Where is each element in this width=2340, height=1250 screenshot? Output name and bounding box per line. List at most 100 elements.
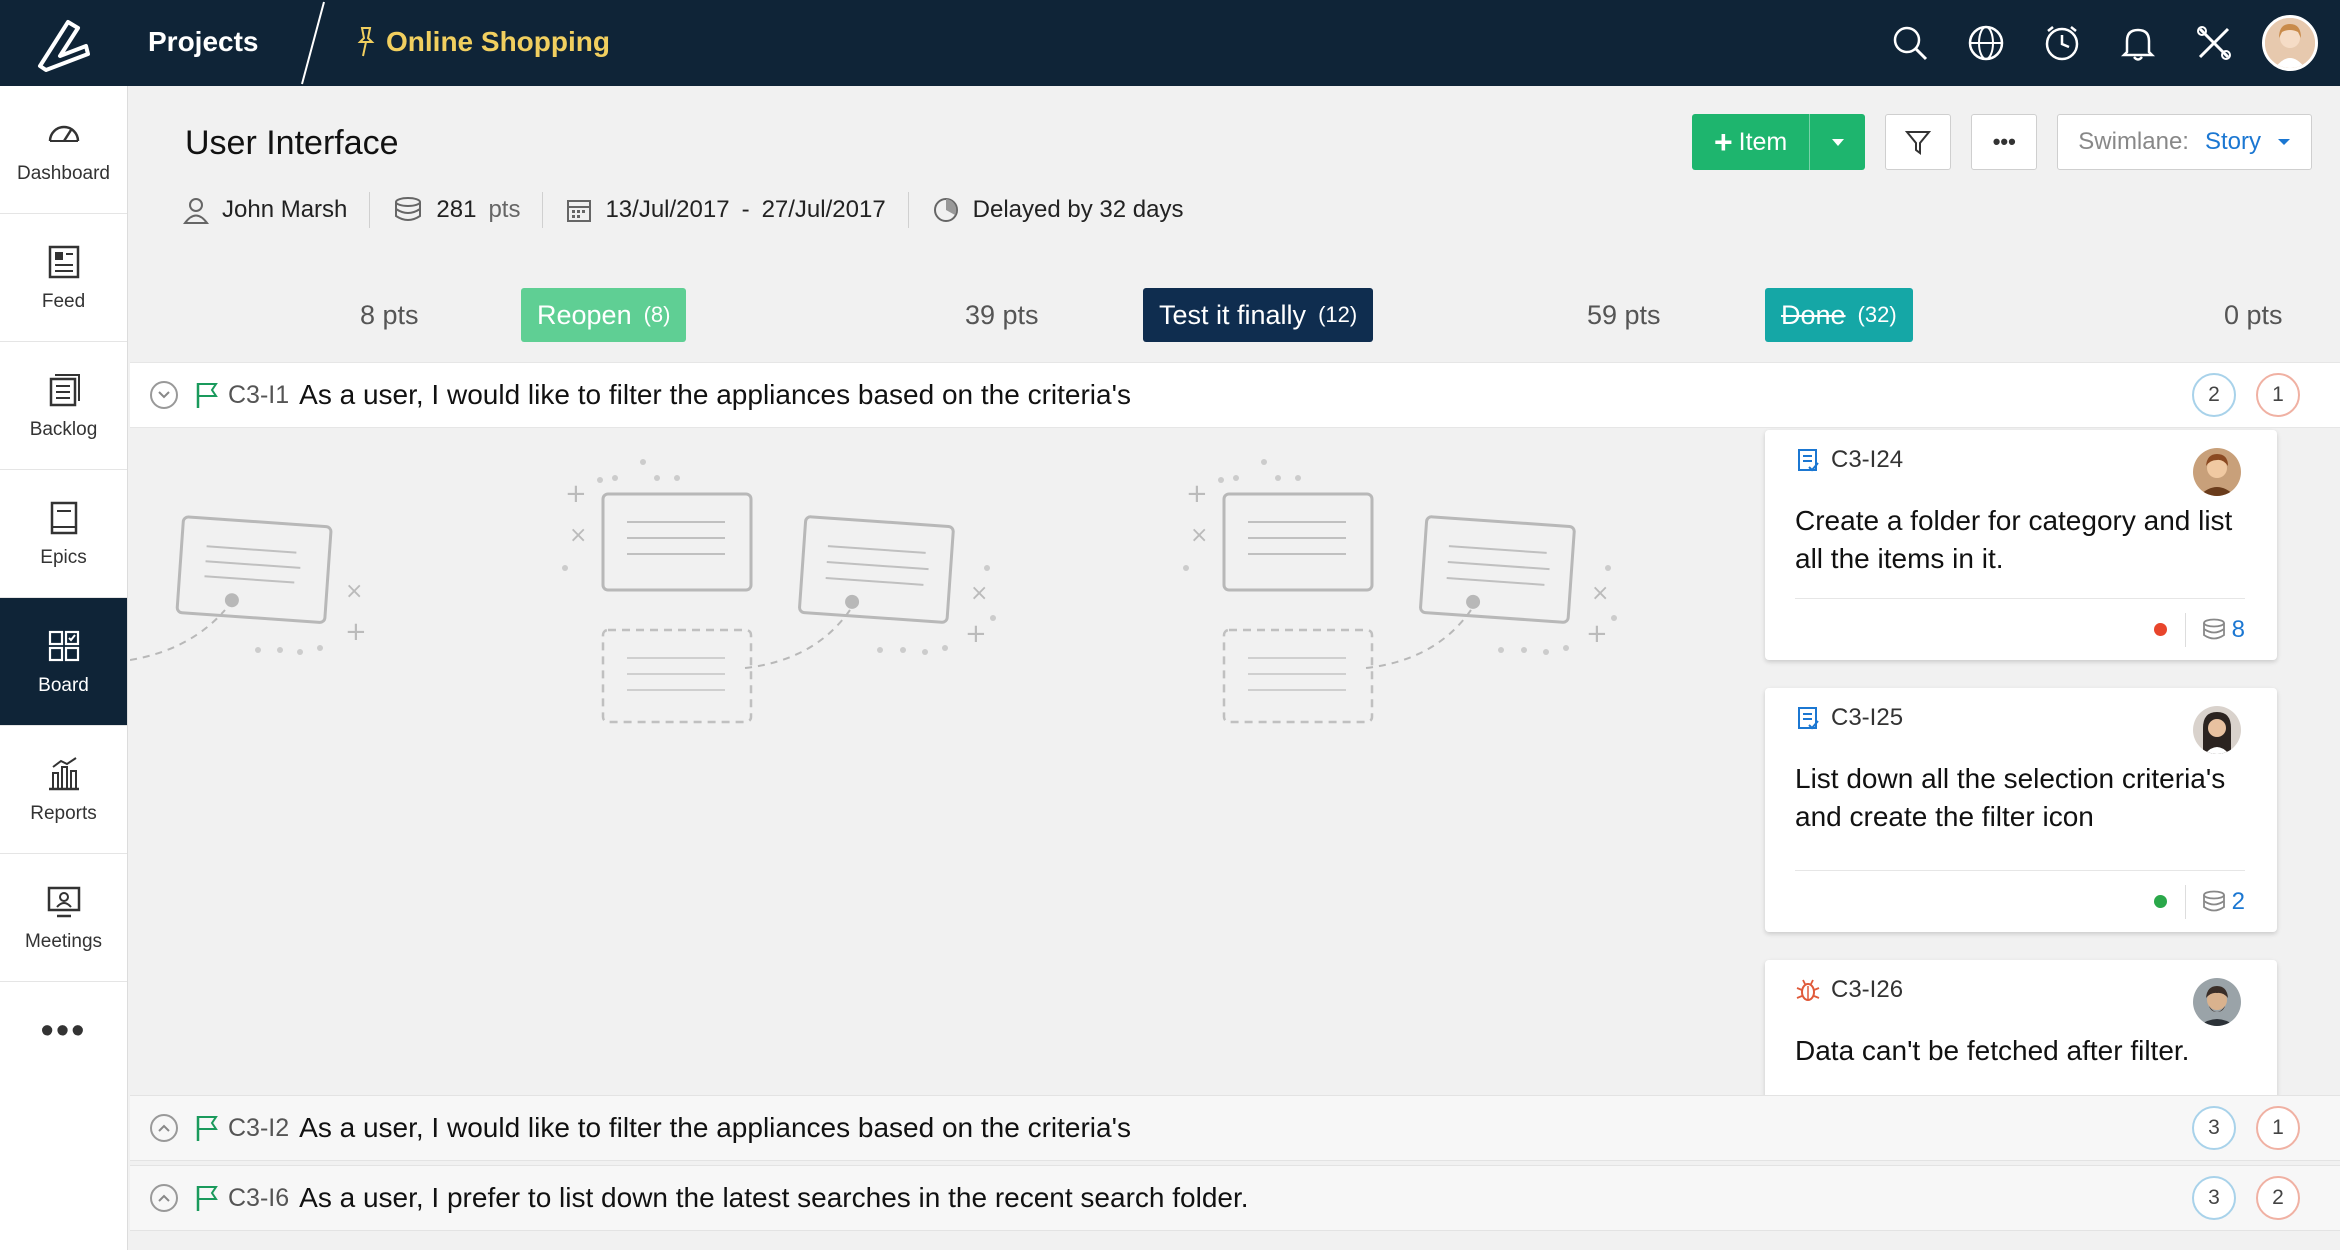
more-icon[interactable]: •••: [0, 982, 127, 1080]
more-button[interactable]: •••: [1971, 114, 2038, 170]
end-date: 27/Jul/2017: [761, 196, 886, 223]
divider: [301, 1, 325, 85]
svg-text:+: +: [1186, 479, 1208, 509]
coins-icon: [2202, 618, 2225, 639]
points-badge[interactable]: 8: [2184, 612, 2245, 647]
bug-icon: [1796, 979, 1820, 1001]
calendar-icon: [567, 200, 592, 222]
status-label: Done: [1781, 299, 1846, 330]
bug-card[interactable]: C3-I26 Data can't be fetched after filte…: [1765, 960, 2277, 1100]
svg-text:+: +: [965, 619, 987, 649]
assignee-avatar[interactable]: [2193, 706, 2241, 754]
points: 281 pts: [392, 192, 544, 228]
add-item-button[interactable]: + Item: [1691, 114, 1866, 170]
filter-icon: [1905, 131, 1932, 155]
assignee-avatar[interactable]: [2193, 978, 2241, 1026]
date-separator: -: [741, 196, 750, 223]
swimlane-row[interactable]: C3-I6 As a user, I prefer to list down t…: [130, 1165, 2340, 1231]
points-value: 281: [436, 196, 477, 223]
more-icon: •••: [1992, 129, 2016, 154]
status-dot: [2153, 895, 2167, 908]
app-logo-icon[interactable]: [30, 12, 98, 76]
points-badge[interactable]: 2: [2184, 884, 2245, 919]
timer-icon: [933, 198, 958, 222]
card-title[interactable]: Data can't be fetched after filter.: [1795, 1032, 2255, 1070]
empty-column-illustration: + × × +: [562, 459, 996, 724]
search-icon[interactable]: [1872, 14, 1948, 72]
story-title[interactable]: As a user, I would like to filter the ap…: [299, 1112, 1131, 1144]
sidebar-item-label: Meetings: [24, 930, 103, 952]
open-count-badge: 3: [2192, 1106, 2236, 1150]
column-points: 39 pts: [965, 288, 1039, 342]
swimlane-row[interactable]: C3-I2 As a user, I would like to filter …: [130, 1095, 2340, 1161]
status-count: (32): [1857, 302, 1897, 327]
sprint-meta: John Marsh 281 pts 13/Jul/2017 - 27/Jul/…: [182, 192, 1227, 228]
sidebar-item-reports[interactable]: Reports: [0, 726, 127, 854]
sidebar-item-label: Board: [38, 674, 89, 696]
sidebar-item-meetings[interactable]: Meetings: [0, 854, 127, 982]
task-card[interactable]: C3-I24 Create a folder for category and …: [1765, 430, 2277, 660]
column-points: 0 pts: [2224, 288, 2283, 342]
status-test-it-finally[interactable]: Test it finally (12): [1143, 288, 1374, 342]
column-status[interactable]: Test it finally (12): [1143, 288, 1374, 342]
status-done[interactable]: Done (32): [1765, 288, 1913, 342]
add-item-dropdown[interactable]: [1809, 114, 1865, 170]
column-status[interactable]: Reopen (8): [521, 288, 687, 342]
swimlane-select[interactable]: Swimlane: Story: [2057, 114, 2312, 170]
clock-icon[interactable]: [2024, 14, 2100, 72]
filter-button[interactable]: [1885, 114, 1952, 170]
card-id[interactable]: C3-I26: [1831, 976, 1903, 1004]
story-flag-icon: [196, 1116, 218, 1141]
story-id[interactable]: C3-I6: [228, 1184, 289, 1213]
sidebar: Dashboard Feed Backlog Epics Board Repor…: [0, 86, 128, 1250]
globe-icon[interactable]: [1948, 14, 2024, 72]
sidebar-item-feed[interactable]: Feed: [0, 214, 127, 342]
sidebar-item-board[interactable]: Board: [0, 598, 127, 726]
projects-link[interactable]: Projects: [148, 26, 259, 58]
status-reopen[interactable]: Reopen (8): [521, 288, 687, 342]
svg-text:+: +: [1586, 619, 1608, 649]
empty-column-illustration: + × × +: [1183, 459, 1617, 724]
project-selector[interactable]: Online Shopping: [356, 26, 610, 58]
sidebar-item-dashboard[interactable]: Dashboard: [0, 86, 127, 214]
svg-text:×: ×: [1190, 523, 1208, 548]
swimlane-row[interactable]: C3-I1 As a user, I would like to filter …: [130, 362, 2340, 428]
expand-icon[interactable]: [150, 1114, 178, 1142]
sidebar-item-label: Epics: [40, 546, 87, 568]
task-card[interactable]: C3-I25 List down all the selection crite…: [1765, 688, 2277, 932]
column-status[interactable]: Done (32): [1765, 288, 1913, 342]
sidebar-item-epics[interactable]: Epics: [0, 470, 127, 598]
collapse-icon[interactable]: [150, 381, 178, 409]
expand-icon[interactable]: [150, 1184, 178, 1212]
bell-icon[interactable]: [2100, 14, 2176, 72]
svg-text:×: ×: [970, 581, 988, 606]
story-id[interactable]: C3-I2: [228, 1114, 289, 1143]
task-icon: [1798, 707, 1819, 730]
card-title[interactable]: List down all the selection criteria's a…: [1795, 760, 2255, 836]
sidebar-item-label: Feed: [41, 290, 86, 312]
column-points: 8 pts: [360, 288, 419, 342]
status-count: (12): [1318, 302, 1358, 327]
sidebar-item-backlog[interactable]: Backlog: [0, 342, 127, 470]
bug-count-badge: 1: [2256, 1106, 2300, 1150]
user-avatar[interactable]: [2262, 15, 2318, 71]
points-unit: pts: [488, 196, 521, 223]
assignee-avatar[interactable]: [2193, 448, 2241, 496]
card-id[interactable]: C3-I25: [1831, 704, 1903, 732]
tools-icon[interactable]: [2176, 14, 2252, 72]
status-count: (8): [643, 302, 671, 327]
svg-text:×: ×: [569, 523, 587, 548]
add-item-main[interactable]: + Item: [1692, 114, 1809, 170]
card-title[interactable]: Create a folder for category and list al…: [1795, 502, 2255, 578]
story-title[interactable]: As a user, I would like to filter the ap…: [299, 379, 1131, 411]
project-name: Online Shopping: [386, 26, 610, 57]
delay-status: Delayed by 32 days: [931, 192, 1206, 228]
start-date: 13/Jul/2017: [605, 196, 730, 223]
epics-icon: [50, 501, 77, 534]
story-flag-icon: [196, 1186, 218, 1211]
card-id[interactable]: C3-I24: [1831, 446, 1903, 474]
meetings-icon: [47, 886, 80, 917]
reports-icon: [48, 756, 79, 790]
story-id[interactable]: C3-I1: [228, 381, 289, 410]
story-title[interactable]: As a user, I prefer to list down the lat…: [299, 1182, 1248, 1214]
